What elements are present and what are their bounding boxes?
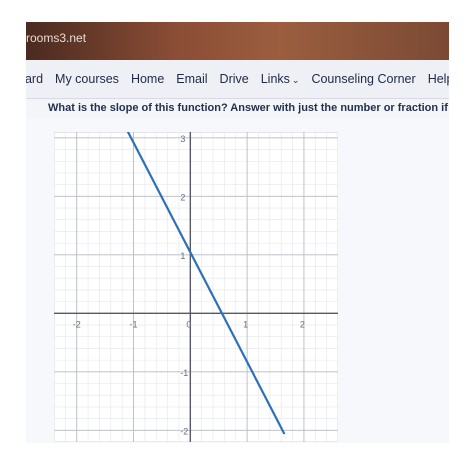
course-nav-bar: oard My courses Home Email Drive Links⌄ … (26, 60, 449, 99)
nav-drive[interactable]: Drive (220, 72, 249, 86)
x-tick-label: 2 (300, 319, 305, 329)
nav-help-desk[interactable]: Help Desk (428, 72, 449, 86)
x-tick-label: 0 (186, 319, 191, 329)
y-tick-label: -2 (180, 426, 188, 436)
x-tick-label: 1 (243, 319, 248, 329)
nav-links[interactable]: Links ⌄ (261, 72, 300, 86)
nav-home[interactable]: Home (131, 72, 164, 86)
nav-counseling-corner[interactable]: Counseling Corner (311, 72, 415, 86)
y-tick-label: 2 (180, 192, 185, 202)
y-tick-label: -1 (180, 368, 188, 378)
coordinate-graph: -2 -1 0 1 2 3 2 1 -1 -2 (54, 132, 338, 442)
browser-top-bar: rooms3.net (26, 22, 449, 60)
x-tick-label: -1 (130, 319, 138, 329)
x-tick-label: -2 (73, 319, 81, 329)
chevron-down-icon: ⌄ (291, 75, 300, 85)
nav-email[interactable]: Email (176, 72, 207, 86)
nav-my-courses[interactable]: My courses (55, 72, 119, 86)
y-tick-label: 1 (180, 251, 185, 261)
screenshot-photo: rooms3.net oard My courses Home Email Dr… (26, 22, 449, 443)
nav-links-label: Links (260, 72, 290, 86)
site-domain: rooms3.net (26, 31, 87, 45)
nav-dashboard[interactable]: oard (26, 72, 43, 86)
question-text: What is the slope of this function? Answ… (48, 102, 449, 114)
y-tick-label: 3 (180, 134, 185, 144)
